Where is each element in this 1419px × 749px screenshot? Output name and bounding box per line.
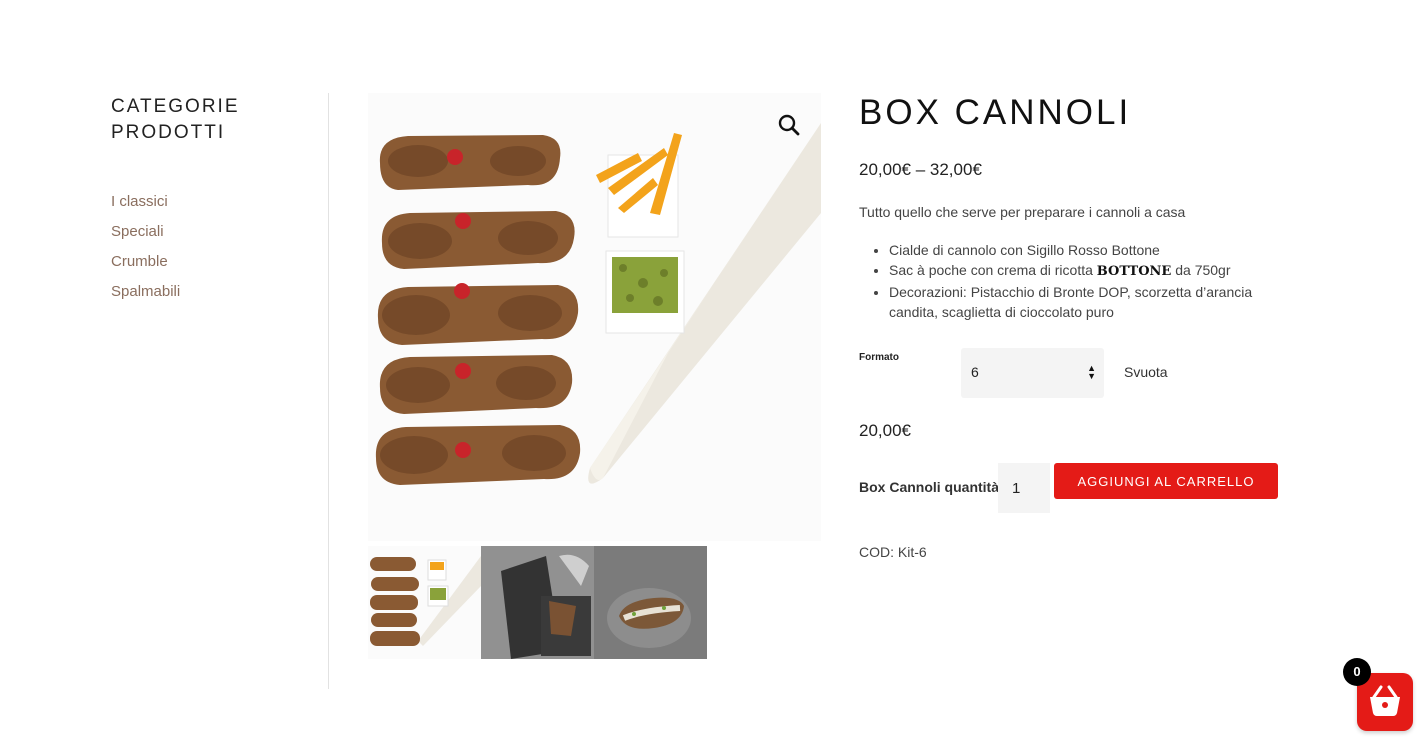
feature-item: Sac à poche con crema di ricotta BOTTONE… [889, 260, 1289, 282]
add-to-cart-form: Box Cannoli quantità AGGIUNGI AL CARRELL… [859, 463, 1289, 513]
cannoli-photo [368, 93, 821, 541]
gallery-thumbnails [368, 546, 707, 659]
feature-item: Cialde di cannolo con Sigillo Rosso Bott… [889, 240, 1289, 260]
variation-row: Formato 6 ▲ ▼ Svuota [859, 348, 1279, 398]
sidebar-divider [328, 93, 329, 689]
format-select[interactable]: 6 ▲ ▼ [961, 348, 1104, 398]
product-categories-widget: CATEGORIE PRODOTTI I classici Speciali C… [111, 94, 311, 307]
feature-item: Decorazioni: Pistacchio di Bronte DOP, s… [889, 282, 1289, 322]
quantity-input[interactable] [998, 463, 1050, 513]
widget-title: CATEGORIE PRODOTTI [111, 96, 240, 143]
feature-list: Cialde di cannolo con Sigillo Rosso Bott… [859, 240, 1289, 322]
variation-price: 20,00€ [859, 421, 911, 440]
format-selected-value: 6 [971, 364, 979, 380]
reset-variations-link[interactable]: Svuota [1124, 364, 1168, 380]
thumbnail-box-package[interactable] [481, 546, 594, 659]
category-list: I classici Speciali Crumble Spalmabili [111, 187, 311, 307]
quantity-label: Box Cannoli quantità [859, 479, 999, 495]
add-to-cart-button[interactable]: AGGIUNGI AL CARRELLO [1054, 463, 1278, 499]
format-label: Formato [859, 352, 899, 363]
product-sku: COD: Kit-6 [859, 544, 927, 560]
thumbnail-cannoli-kit[interactable] [368, 546, 481, 659]
zoom-icon[interactable] [777, 113, 801, 137]
select-arrows-icon: ▲ ▼ [1087, 363, 1096, 381]
product-summary: BOX CANNOLI 20,00€ – 32,00€ Tutto quello… [859, 93, 1289, 560]
brand-name: BOTTONE [1096, 264, 1172, 279]
cart-count-badge: 0 [1343, 658, 1371, 686]
category-link-i-classici[interactable]: I classici [111, 187, 311, 217]
category-link-spalmabili[interactable]: Spalmabili [111, 277, 311, 307]
price-range: 20,00€ – 32,00€ [859, 160, 982, 179]
product-title: BOX CANNOLI [859, 93, 1132, 132]
product-main-image[interactable] [368, 93, 821, 541]
category-link-speciali[interactable]: Speciali [111, 217, 311, 247]
category-link-crumble[interactable]: Crumble [111, 247, 311, 277]
short-description: Tutto quello che serve per preparare i c… [859, 204, 1186, 220]
thumbnail-filled-cannolo[interactable] [594, 546, 707, 659]
